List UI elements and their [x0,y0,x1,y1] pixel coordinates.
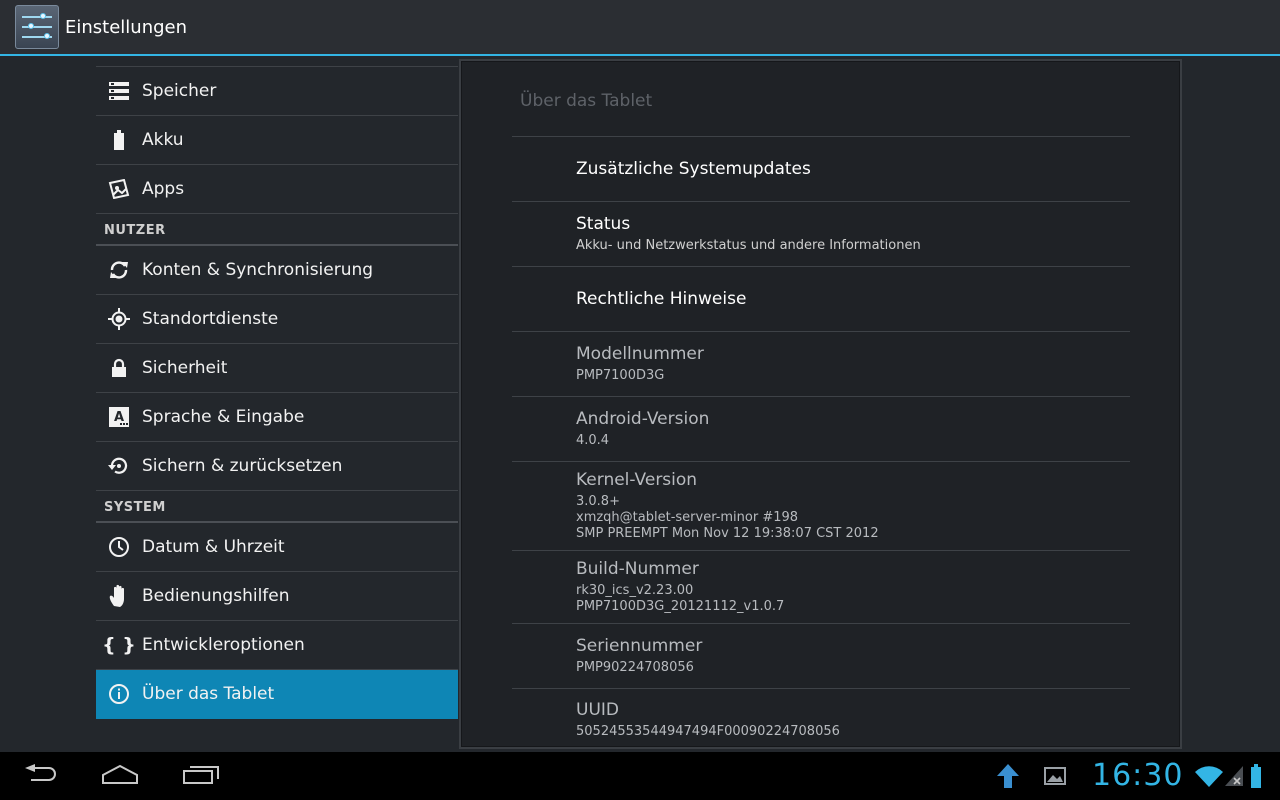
language-icon: A [96,393,142,442]
sidebar-item-label: Apps [142,179,185,199]
sidebar-item-label: Standortdienste [142,309,279,329]
row-summary: 50524553544947494F00090224708056 [576,723,840,739]
row-seriennummer: Seriennummer PMP90224708056 [512,623,1130,688]
clock: 16:30 [1092,758,1184,793]
home-button[interactable] [96,752,144,800]
sidebar-item-label: Entwickleroptionen [142,635,305,655]
settings-list: Speicher Akku Apps NUTZER Konten & Synch… [96,66,458,720]
sync-icon [96,246,142,295]
clock-icon [96,523,142,572]
lock-icon [96,344,142,393]
sidebar-item-sicherheit[interactable]: Sicherheit [96,344,458,393]
row-title: Seriennummer [576,636,703,656]
row-summary: PMP7100D3G [576,368,665,383]
sidebar-item-standort[interactable]: Standortdienste [96,295,458,344]
back-button[interactable] [14,752,68,800]
row-title: Android-Version [576,409,710,429]
row-summary: 4.0.4 [576,433,610,448]
settings-sliders-icon[interactable] [15,5,59,49]
sidebar-item-label: Sprache & Eingabe [142,407,305,427]
storage-icon [96,67,142,116]
sidebar-item-label: Bedienungshilfen [142,586,290,606]
sidebar-item-label: Datum & Uhrzeit [142,537,285,557]
row-uuid: UUID 50524553544947494F00090224708056 [512,688,1130,750]
row-summary: PMP90224708056 [576,660,694,675]
about-list: Zusätzliche Systemupdates Status Akku- u… [512,136,1130,750]
kernel-line-1: 3.0.8+ [576,494,620,509]
app-title: Einstellungen [65,16,188,38]
build-line-1: rk30_ics_v2.23.00 [576,583,694,598]
location-icon [96,295,142,344]
sidebar-item-label: Konten & Synchronisierung [142,260,374,280]
row-title: Build-Nummer [576,559,699,579]
battery-status-icon [1248,752,1264,800]
row-status[interactable]: Status Akku- und Netzwerkstatus und ande… [512,201,1130,266]
sidebar-item-label: Sicherheit [142,358,228,378]
sidebar-item-sichern[interactable]: Sichern & zurücksetzen [96,442,458,491]
sidebar-item-bedienungshilfen[interactable]: Bedienungshilfen [96,572,458,621]
upload-icon[interactable] [994,752,1022,800]
row-title: Zusätzliche Systemupdates [576,159,811,179]
row-build-nummer[interactable]: Build-Nummer rk30_ics_v2.23.00 PMP7100D3… [512,550,1130,623]
row-legal[interactable]: Rechtliche Hinweise [512,266,1130,331]
kernel-line-2: xmzqh@tablet-server-minor #198 [576,510,799,525]
wifi-icon [1194,752,1224,800]
sidebar-item-ueber[interactable]: Über das Tablet [96,670,458,719]
build-line-2: PMP7100D3G_20121112_v1.0.7 [576,599,785,614]
sidebar-item-label: Sichern & zurücksetzen [142,456,343,476]
back-icon [23,764,59,788]
braces-icon: { } [102,634,136,656]
row-title: Modellnummer [576,344,704,364]
row-title: Status [576,214,631,234]
sidebar-item-label: Speicher [142,81,217,101]
gallery-icon[interactable] [1042,752,1068,800]
backup-icon [96,442,142,491]
system-nav-bar [0,752,1280,800]
sidebar-item-konten[interactable]: Konten & Synchronisierung [96,246,458,295]
row-title: Kernel-Version [576,470,698,490]
info-icon [96,670,142,719]
svg-text:A: A [114,410,124,425]
row-android-version[interactable]: Android-Version 4.0.4 [512,396,1130,461]
row-title: Rechtliche Hinweise [576,289,747,309]
sidebar-item-speicher[interactable]: Speicher [96,67,458,116]
no-signal-icon [1224,752,1244,800]
sidebar-item-label: Über das Tablet [142,684,275,704]
panel-title: Über das Tablet [520,91,653,111]
sidebar-item-label: Akku [142,130,184,150]
row-modellnummer: Modellnummer PMP7100D3G [512,331,1130,396]
battery-icon [96,116,142,165]
row-summary: rk30_ics_v2.23.00 PMP7100D3G_20121112_v1… [576,583,1130,615]
sidebar-item-sprache[interactable]: A Sprache & Eingabe [96,393,458,442]
section-header-system: SYSTEM [96,491,458,523]
sidebar-item-entwickler[interactable]: { } Entwickleroptionen [96,621,458,670]
action-bar: Einstellungen [0,0,1280,56]
recent-apps-button[interactable] [178,752,224,800]
recent-apps-icon [182,763,220,789]
apps-icon [96,165,142,214]
home-icon [101,763,139,789]
row-summary: Akku- und Netzwerkstatus und andere Info… [576,238,921,253]
kernel-line-3: SMP PREEMPT Mon Nov 12 19:38:07 CST 2012 [576,526,879,541]
sidebar-item-akku[interactable]: Akku [96,116,458,165]
detail-panel: Über das Tablet Zusätzliche Systemupdate… [459,59,1182,749]
sidebar-item-apps[interactable]: Apps [96,165,458,214]
hand-icon [96,572,142,621]
row-kernel-version: Kernel-Version 3.0.8+ xmzqh@tablet-serve… [512,461,1130,550]
section-header-nutzer: NUTZER [96,214,458,246]
row-summary: 3.0.8+ xmzqh@tablet-server-minor #198 SM… [576,494,1130,542]
row-systemupdates[interactable]: Zusätzliche Systemupdates [512,136,1130,201]
sidebar-item-datum[interactable]: Datum & Uhrzeit [96,523,458,572]
row-title: UUID [576,699,619,720]
